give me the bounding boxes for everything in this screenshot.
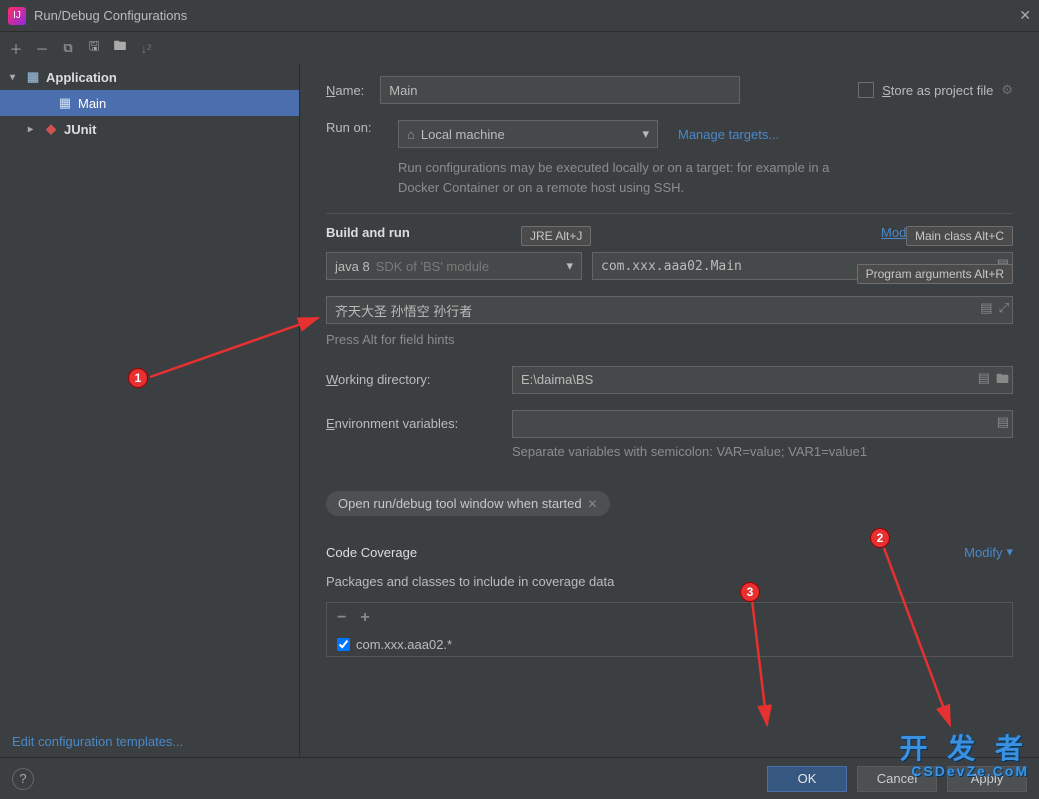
program-args-input[interactable] [326, 296, 1013, 324]
copy-icon[interactable]: ⧉ [60, 40, 76, 56]
open-tool-window-pill[interactable]: Open run/debug tool window when started … [326, 491, 610, 516]
pill-label: Open run/debug tool window when started [338, 496, 582, 511]
coverage-item[interactable]: com.xxx.aaa02.* [327, 633, 1012, 656]
jre-mainclass-row: java 8 SDK of 'BS' module ▾ ▤ JRE Alt+J … [326, 252, 1013, 280]
coverage-toolbar: − + [327, 603, 1012, 633]
apply-button[interactable]: Apply [947, 766, 1027, 792]
tooltip-program-args: Program arguments Alt+R [857, 264, 1013, 284]
config-tree: ▾ ▦ Application ▦ Main ▸ ◆ JUnit Edit co… [0, 64, 300, 757]
sort-icon[interactable]: ↓² [138, 40, 154, 56]
name-label: Name: [326, 83, 364, 98]
home-icon: ⌂ [407, 127, 415, 142]
env-vars-input[interactable] [512, 410, 1013, 438]
junit-icon: ◆ [42, 121, 60, 137]
options-pills: Open run/debug tool window when started … [326, 491, 1013, 516]
ok-button[interactable]: OK [767, 766, 847, 792]
tree-group-application[interactable]: ▾ ▦ Application [0, 64, 299, 90]
packages-label: Packages and classes to include in cover… [326, 572, 1013, 592]
modify-label: Modify [964, 545, 1002, 560]
browse-icon[interactable]: 🖿 [996, 370, 1009, 392]
tree-group-label: JUnit [64, 122, 97, 137]
env-vars-hint: Separate variables with semicolon: VAR=v… [512, 442, 1013, 462]
name-row: Name: Store as project file ⚙ [326, 76, 1013, 104]
section-title: Build and run [326, 225, 410, 240]
code-coverage-header: Code Coverage Modify ▾ [326, 544, 1013, 560]
jre-select[interactable]: java 8 SDK of 'BS' module ▾ [326, 252, 582, 280]
run-on-value: Local machine [421, 127, 505, 142]
working-directory-label: Working directory: [326, 372, 496, 387]
section-title: Code Coverage [326, 545, 417, 560]
env-vars-label: Environment variables: [326, 416, 496, 431]
application-icon: ▦ [24, 69, 42, 85]
gear-icon[interactable]: ⚙ [1001, 82, 1013, 98]
remove-icon[interactable]: － [34, 40, 50, 56]
body: ▾ ▦ Application ▦ Main ▸ ◆ JUnit Edit co… [0, 64, 1039, 757]
manage-targets-link[interactable]: Manage targets... [678, 127, 779, 142]
tree-group-junit[interactable]: ▸ ◆ JUnit [0, 116, 299, 142]
run-on-select[interactable]: ⌂ Local machine ▾ [398, 120, 658, 148]
store-label: Store as project file [882, 83, 993, 98]
working-directory-row: Working directory: ▤ 🖿 [326, 366, 1013, 394]
chevron-down-icon: ▾ [566, 258, 573, 274]
folder-icon[interactable]: 🖿 [112, 40, 128, 56]
program-args-row: ▤ ⤢ [326, 296, 1013, 324]
config-content: Name: Store as project file ⚙ Run on: ⌂ … [300, 64, 1039, 757]
coverage-item-label: com.xxx.aaa02.* [356, 637, 452, 652]
expand-icon[interactable]: ⤢ [999, 300, 1009, 316]
window-title: Run/Debug Configurations [34, 8, 1019, 23]
chevron-down-icon: ▾ [10, 72, 24, 83]
add-icon[interactable]: ＋ [8, 40, 24, 56]
remove-icon[interactable]: − [337, 609, 346, 627]
jre-hint: SDK of 'BS' module [376, 259, 489, 274]
annotation-badge-2: 2 [870, 528, 890, 548]
chevron-down-icon: ▾ [642, 126, 649, 142]
run-on-hint: Run configurations may be executed local… [398, 158, 868, 197]
checkbox-icon[interactable] [858, 82, 874, 98]
tree-node-label: Main [78, 96, 106, 111]
store-as-project-file[interactable]: Store as project file ⚙ [858, 82, 1013, 98]
working-directory-input[interactable] [512, 366, 1013, 394]
coverage-modify-link[interactable]: Modify ▾ [964, 544, 1013, 560]
tree-group-label: Application [46, 70, 117, 85]
application-icon: ▦ [56, 95, 74, 111]
annotation-badge-1: 1 [128, 368, 148, 388]
app-logo-icon: IJ [8, 7, 26, 25]
annotation-badge-3: 3 [740, 582, 760, 602]
run-on-label: Run on: [326, 120, 382, 135]
help-icon[interactable]: ? [12, 768, 34, 790]
close-icon[interactable]: ✕ [1019, 7, 1031, 24]
env-vars-row: Environment variables: ▤ [326, 410, 1013, 438]
tooltip-mainclass: Main class Alt+C [906, 226, 1013, 246]
coverage-box: − + com.xxx.aaa02.* [326, 602, 1013, 657]
save-icon[interactable]: 🖫 [86, 40, 102, 56]
name-input[interactable] [380, 76, 740, 104]
chevron-down-icon: ▾ [1006, 544, 1013, 560]
dialog-footer: ? OK Cancel Apply [0, 757, 1039, 799]
press-alt-hint: Press Alt for field hints [326, 330, 1013, 350]
add-icon[interactable]: + [360, 609, 369, 627]
list-icon[interactable]: ▤ [980, 300, 992, 316]
title-bar: IJ Run/Debug Configurations ✕ [0, 0, 1039, 32]
list-icon[interactable]: ▤ [978, 370, 990, 392]
cancel-button[interactable]: Cancel [857, 766, 937, 792]
remove-pill-icon[interactable]: ✕ [588, 497, 598, 511]
coverage-item-checkbox[interactable] [337, 638, 350, 651]
run-on-row: Run on: ⌂ Local machine ▾ Manage targets… [326, 120, 1013, 197]
list-icon[interactable]: ▤ [997, 414, 1009, 430]
jre-text: java 8 [335, 259, 370, 274]
edit-templates-link[interactable]: Edit configuration templates... [12, 734, 183, 749]
tooltip-jre: JRE Alt+J [521, 226, 591, 246]
tree-node-main[interactable]: ▦ Main [0, 90, 299, 116]
config-toolbar: ＋ － ⧉ 🖫 🖿 ↓² [0, 32, 1039, 64]
chevron-right-icon: ▸ [28, 124, 42, 135]
separator [326, 213, 1013, 214]
